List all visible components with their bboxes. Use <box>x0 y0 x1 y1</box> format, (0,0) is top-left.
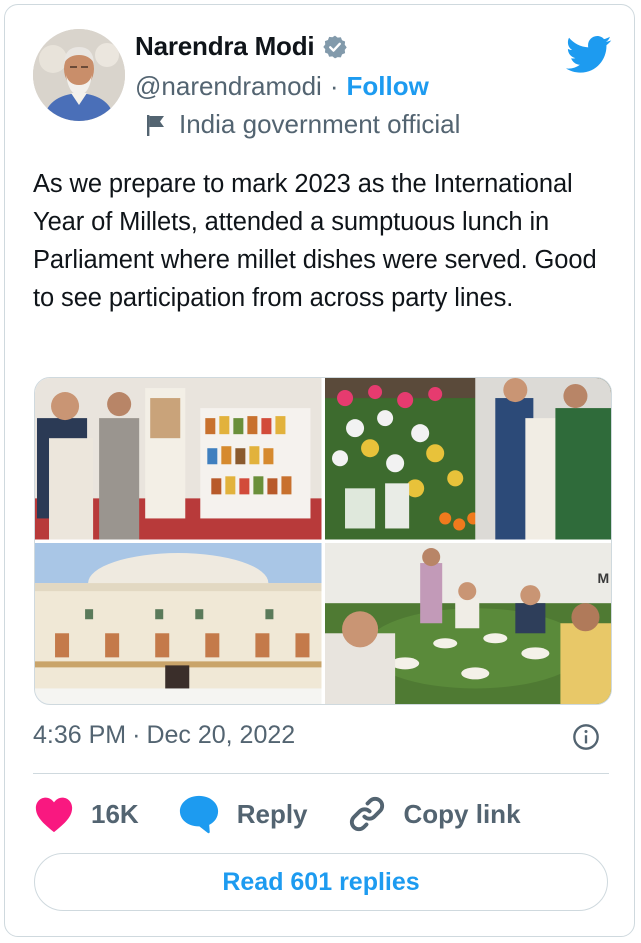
link-icon <box>349 796 384 832</box>
date-separator: · <box>132 721 141 749</box>
action-bar: 16K Reply Copy link <box>33 793 559 835</box>
like-count: 16K <box>91 798 139 829</box>
tweet-date: Dec 20, 2022 <box>146 721 296 749</box>
tweet-card: Narendra Modi @narendramodi · Follow Ind… <box>4 4 635 937</box>
read-replies-button[interactable]: Read 601 replies <box>34 853 608 911</box>
verified-badge-icon <box>322 34 348 60</box>
copy-link-button[interactable]: Copy link <box>346 793 521 835</box>
government-label-text: India government official <box>179 109 461 139</box>
author-name-row: Narendra Modi <box>135 31 348 62</box>
svg-text:M: M <box>597 570 609 586</box>
photo-parliament-building[interactable] <box>35 542 322 704</box>
photo-lunch-table[interactable]: M <box>324 542 611 704</box>
tweet-text: As we prepare to mark 2023 as the Intern… <box>33 170 597 312</box>
divider <box>33 773 609 774</box>
government-label[interactable]: India government official <box>145 109 460 140</box>
author-handle[interactable]: @narendramodi <box>135 71 322 102</box>
author-handle-row: @narendramodi · Follow <box>135 71 429 102</box>
twitter-bird-icon[interactable] <box>566 35 612 75</box>
follow-button[interactable]: Follow <box>347 71 429 102</box>
media-grid: M <box>34 377 612 705</box>
info-icon[interactable] <box>572 723 600 751</box>
heart-icon <box>35 797 73 833</box>
reply-bubble-icon <box>179 795 218 834</box>
reply-button[interactable]: Reply <box>177 794 308 834</box>
tweet-timestamp[interactable]: 4:36 PM · Dec 20, 2022 <box>33 721 295 750</box>
tweet-time: 4:36 PM <box>33 721 127 749</box>
like-button[interactable]: 16K <box>33 795 139 833</box>
flag-icon <box>145 113 167 137</box>
photo-flower-display[interactable] <box>324 378 611 540</box>
photo-millet-exhibit[interactable] <box>35 378 322 540</box>
author-name[interactable]: Narendra Modi <box>135 31 315 62</box>
reply-label: Reply <box>236 798 308 829</box>
avatar[interactable] <box>33 29 125 121</box>
copy-link-label: Copy link <box>403 798 521 829</box>
handle-separator: · <box>329 71 339 101</box>
